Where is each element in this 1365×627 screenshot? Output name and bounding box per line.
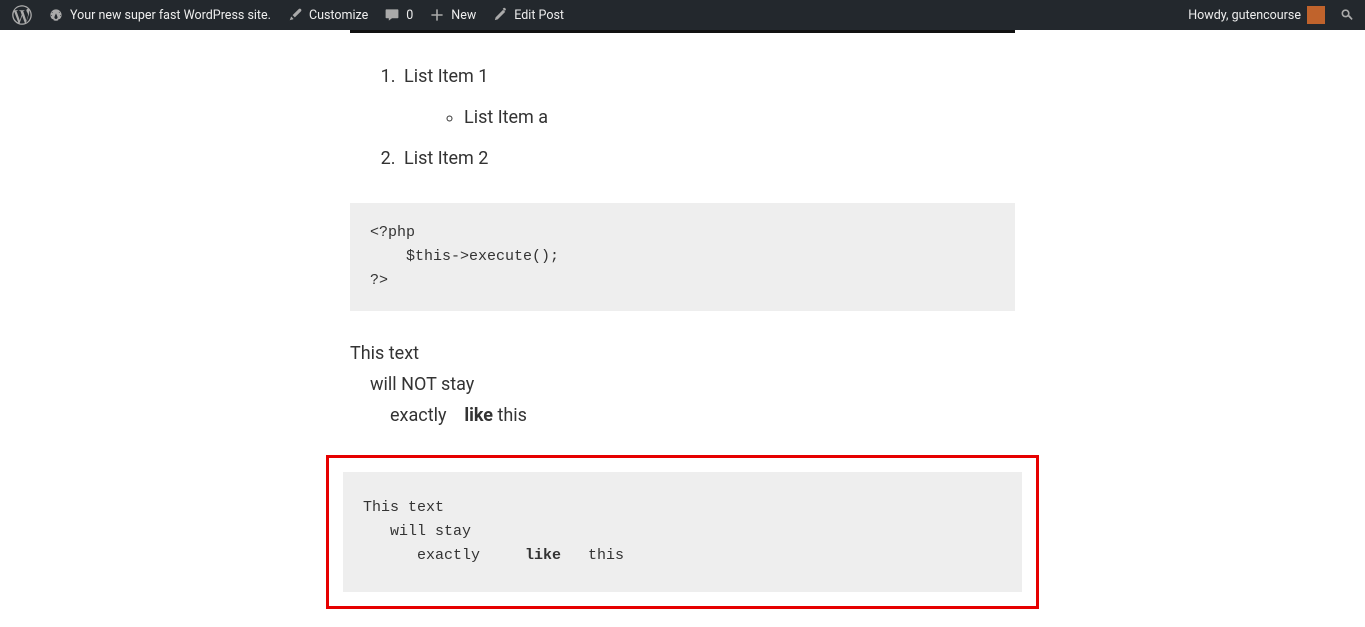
wp-admin-bar: Your new super fast WordPress site. Cust…	[0, 0, 1365, 30]
brush-icon	[287, 7, 303, 23]
my-account-link[interactable]: Howdy, gutencourse	[1180, 0, 1333, 30]
image-strip	[350, 30, 1015, 33]
avatar	[1307, 6, 1325, 24]
nested-list: List Item a	[404, 104, 1015, 133]
list-item-text: List Item 1	[404, 66, 488, 87]
dashboard-icon	[48, 7, 64, 23]
list-item: List Item 1 List Item a	[400, 63, 1015, 133]
site-title-text: Your new super fast WordPress site.	[70, 8, 271, 23]
edit-post-link[interactable]: Edit Post	[484, 0, 572, 30]
list-item: List Item a	[464, 104, 1015, 133]
post-content: List Item 1 List Item a List Item 2 <?ph…	[350, 30, 1015, 627]
highlighted-preformatted-block: This text will stay exactly like this	[326, 455, 1039, 609]
list-item: List Item 2	[400, 145, 1015, 174]
search-toggle[interactable]	[1333, 0, 1361, 30]
text-line-3: exactly like this	[350, 401, 1015, 432]
wordpress-icon	[12, 5, 32, 25]
new-content-link[interactable]: New	[421, 0, 484, 30]
list-item-text: List Item 2	[404, 148, 488, 169]
comment-icon	[384, 7, 400, 23]
edit-post-label: Edit Post	[514, 8, 564, 23]
comments-count: 0	[406, 8, 413, 23]
not-stay-paragraph: This text will NOT stay exactly like thi…	[350, 339, 1015, 431]
plus-icon	[429, 7, 445, 23]
customize-label: Customize	[309, 8, 368, 23]
wp-logo[interactable]	[4, 0, 40, 30]
list-item-text: List Item a	[464, 107, 548, 128]
text-line-2: will NOT stay	[350, 370, 1015, 401]
text-line-1: This text	[350, 343, 419, 364]
page-scroll-area[interactable]: List Item 1 List Item a List Item 2 <?ph…	[0, 30, 1365, 627]
preformatted-text: This text will stay exactly like this	[343, 472, 1022, 592]
ordered-list: List Item 1 List Item a List Item 2	[350, 63, 1015, 173]
pencil-icon	[492, 7, 508, 23]
search-icon	[1339, 7, 1355, 23]
new-label: New	[451, 8, 476, 23]
comments-link[interactable]: 0	[376, 0, 421, 30]
howdy-text: Howdy, gutencourse	[1188, 8, 1301, 23]
customize-link[interactable]: Customize	[279, 0, 376, 30]
php-code-block: <?php $this->execute(); ?>	[350, 203, 1015, 311]
site-title-link[interactable]: Your new super fast WordPress site.	[40, 0, 279, 30]
